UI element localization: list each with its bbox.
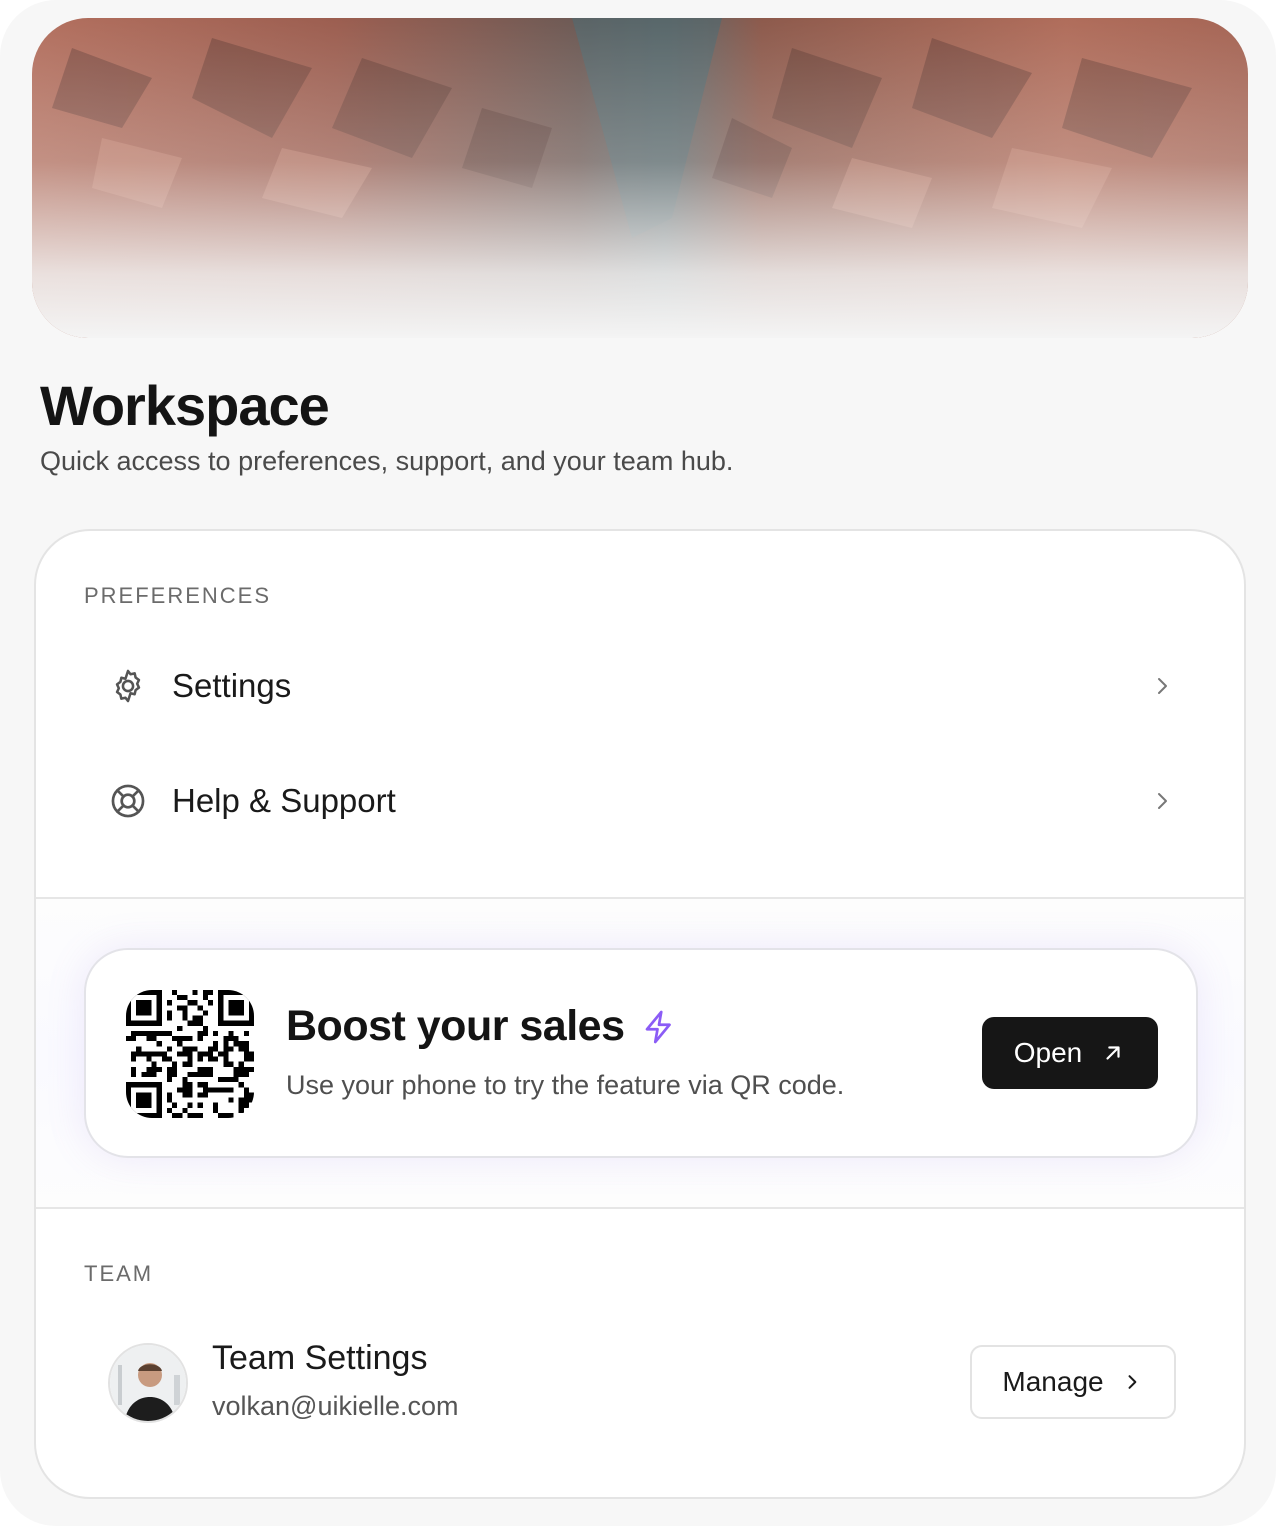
workspace-card: PREFERENCES Settings Help & Support Boos… <box>34 529 1246 1499</box>
manage-button[interactable]: Manage <box>970 1345 1176 1419</box>
promo-title: Boost your sales <box>286 1002 625 1050</box>
team-name: Team Settings <box>212 1339 428 1377</box>
chevron-right-icon <box>1146 785 1178 817</box>
divider <box>36 1207 1244 1209</box>
promo-title-wrap: Boost your sales <box>286 1002 681 1051</box>
promo-section: Boost your sales Use your phone to try t… <box>36 899 1244 1209</box>
open-button[interactable]: Open <box>982 1017 1158 1089</box>
team-email: volkan@uikielle.com <box>212 1391 459 1421</box>
lifebuoy-icon <box>108 781 148 821</box>
avatar <box>108 1343 188 1423</box>
arrow-up-right-icon <box>1102 1041 1126 1065</box>
chevron-right-icon <box>1146 670 1178 702</box>
lightning-icon <box>641 1007 681 1047</box>
gear-icon <box>108 666 148 706</box>
chevron-right-icon <box>1122 1371 1144 1393</box>
help-support-label: Help & Support <box>172 782 396 819</box>
team-row: Team Settings volkan@uikielle.com Manage <box>108 1339 1176 1423</box>
settings-label: Settings <box>172 667 292 704</box>
open-button-label: Open <box>1013 1037 1083 1068</box>
promo-card: Boost your sales Use your phone to try t… <box>84 948 1198 1158</box>
qr-code <box>126 990 254 1118</box>
preferences-section-label: PREFERENCES <box>84 583 272 608</box>
page-title: Workspace <box>40 374 330 437</box>
page-subtitle: Quick access to preferences, support, an… <box>40 446 734 476</box>
manage-button-label: Manage <box>1002 1366 1104 1397</box>
settings-row[interactable]: Settings <box>92 646 1178 726</box>
hero-image <box>32 18 1248 338</box>
team-section-label: TEAM <box>84 1261 154 1286</box>
help-support-row[interactable]: Help & Support <box>92 761 1178 841</box>
workspace-screen: Workspace Quick access to preferences, s… <box>0 0 1276 1526</box>
promo-description: Use your phone to try the feature via QR… <box>286 1070 845 1100</box>
